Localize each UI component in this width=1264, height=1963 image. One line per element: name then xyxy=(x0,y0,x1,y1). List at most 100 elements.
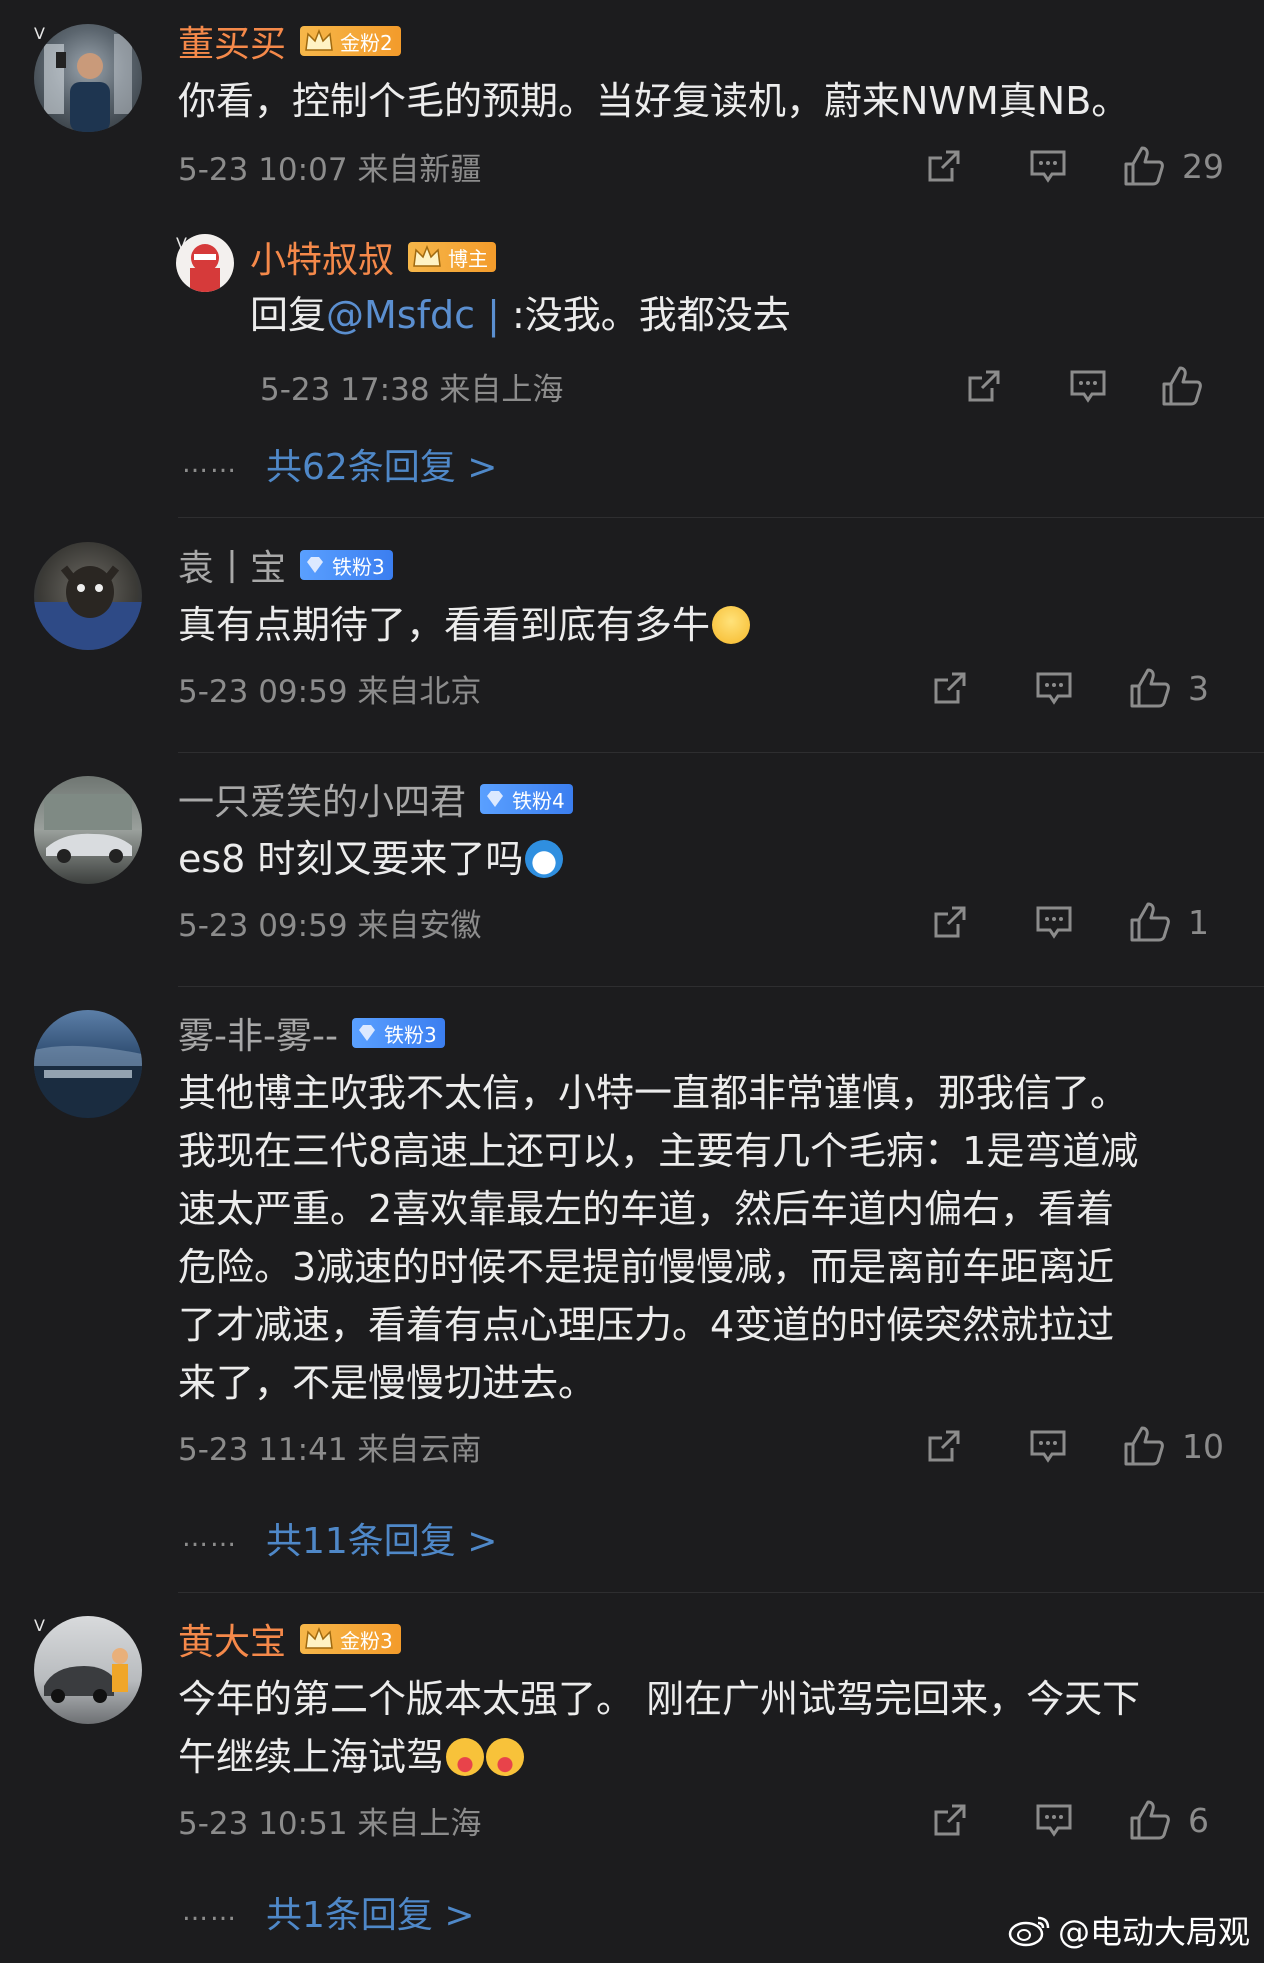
avatar[interactable] xyxy=(34,542,146,654)
like-icon xyxy=(1130,668,1170,708)
view-replies-link[interactable]: 共62条回复 > xyxy=(266,438,497,490)
comment-text: 其他博主吹我不太信，小特一直都非常谨慎，那我信了。 我现在三代8高速上还可以，主… xyxy=(178,1064,1224,1412)
comment-icon xyxy=(1030,1430,1066,1463)
comment-line: 危险。3减速的时候不是提前慢慢减，而是离前车距离近 xyxy=(178,1245,1115,1289)
weibo-logo-icon xyxy=(1008,1916,1050,1947)
reply-body: :没我。我都没去 xyxy=(512,293,791,337)
blogger-badge: 博主 xyxy=(408,242,497,272)
comment-button[interactable] xyxy=(1036,366,1140,406)
like-icon xyxy=(1124,1426,1164,1466)
avatar-image xyxy=(34,565,142,650)
share-button[interactable] xyxy=(892,1426,996,1466)
username[interactable]: 董买买 xyxy=(178,15,286,67)
grin-emoji-icon xyxy=(712,606,751,644)
divider xyxy=(178,1592,1264,1593)
avatar[interactable] xyxy=(34,1010,146,1122)
comment-item: 一只爱笑的小四君 铁粉4 es8 时刻又要来了吗 5-23 09:59 来自安徽… xyxy=(0,774,1264,952)
avatar-image xyxy=(44,1648,128,1703)
like-count: 6 xyxy=(1188,1800,1209,1840)
username[interactable]: 袁丨宝 xyxy=(178,539,286,591)
avatar-image xyxy=(34,1045,142,1118)
share-button[interactable] xyxy=(892,146,996,186)
fan-badge: 铁粉4 xyxy=(480,784,573,814)
comment-text: 今年的第二个版本太强了。 刚在广州试驾完回来，今天下 午继续上海试驾 xyxy=(178,1670,1224,1786)
comment-button[interactable] xyxy=(1002,902,1106,942)
dots: …… xyxy=(182,1523,238,1553)
comment-item: 雾-非-雾-- 铁粉3 其他博主吹我不太信，小特一直都非常谨慎，那我信了。 我现… xyxy=(0,1008,1264,1476)
like-icon xyxy=(1124,146,1164,186)
diamond-icon xyxy=(358,1025,375,1041)
comment-line: 其他博主吹我不太信，小特一直都非常谨慎，那我信了。 xyxy=(178,1071,1129,1115)
share-icon xyxy=(928,1430,960,1462)
share-button[interactable] xyxy=(898,668,1002,708)
avatar[interactable]: V xyxy=(34,24,146,136)
username[interactable]: 一只爱笑的小四君 xyxy=(178,773,466,825)
comment-line: 我现在三代8高速上还可以，主要有几个毛病：1是弯道减 xyxy=(178,1129,1139,1173)
comment-line: 午继续上海试驾 xyxy=(178,1728,1224,1786)
share-icon xyxy=(968,370,1000,402)
blogger-badge-label: 博主 xyxy=(448,246,489,271)
divider xyxy=(178,986,1264,987)
fan-badge: 铁粉3 xyxy=(300,550,393,580)
divider xyxy=(178,752,1264,753)
share-icon xyxy=(934,1804,966,1836)
like-button[interactable]: 3 xyxy=(1128,666,1224,710)
share-button[interactable] xyxy=(898,1800,1002,1840)
like-button[interactable]: 10 xyxy=(1122,1424,1224,1468)
like-icon xyxy=(1162,366,1202,406)
username[interactable]: 黄大宝 xyxy=(178,1613,286,1665)
crown-icon xyxy=(413,244,441,267)
divider xyxy=(178,517,1264,518)
fan-badge-label: 金粉2 xyxy=(340,30,393,55)
like-count: 29 xyxy=(1182,146,1224,186)
share-button[interactable] xyxy=(898,902,1002,942)
avatar[interactable]: V xyxy=(34,1616,146,1728)
mention-link[interactable]: @Msfdc xyxy=(326,293,475,337)
reply-avatar[interactable]: V xyxy=(176,234,238,296)
reply-prefix: 回复 xyxy=(250,293,327,337)
avatar[interactable] xyxy=(34,776,146,888)
view-replies-row: …… 共11条回复 > xyxy=(182,1508,497,1568)
share-button[interactable] xyxy=(932,366,1036,406)
comment-item: V 董买买 金粉2 你看，控制个毛的预期。当好复读机，蔚来NWM真NB。 5-2… xyxy=(0,16,1264,196)
username[interactable]: 雾-非-雾-- xyxy=(178,1007,338,1059)
reply-avatar-image xyxy=(190,244,220,292)
like-button[interactable]: 1 xyxy=(1128,900,1224,944)
dots: …… xyxy=(182,1897,238,1927)
comment-item: V 黄大宝 金粉3 今年的第二个版本太强了。 刚在广州试驾完回来，今天下 午继续… xyxy=(0,1614,1264,1850)
reply-item: V 小特叔叔 博主 回复@Msfdc | :没我。我都没去 5-23 17:38… xyxy=(0,232,1264,416)
comment-time: 5-23 10:07 来自新疆 xyxy=(178,151,482,188)
fan-badge-label: 铁粉4 xyxy=(512,788,565,813)
like-button[interactable] xyxy=(1140,364,1224,408)
comment-line: 了才减速，看着有点心理压力。4变道的时候突然就拉过 xyxy=(178,1303,1115,1347)
comment-time: 5-23 09:59 来自安徽 xyxy=(178,907,482,944)
doraemon-emoji-icon xyxy=(525,840,564,878)
crown-icon xyxy=(305,1626,333,1649)
fan-badge: 铁粉3 xyxy=(351,1018,445,1048)
comment-time: 5-23 10:51 来自上海 xyxy=(178,1805,482,1842)
comment-text: 真有点期待了，看看到底有多牛 xyxy=(178,596,1224,654)
like-button[interactable]: 29 xyxy=(1122,144,1224,188)
view-replies-row: …… 共1条回复 > xyxy=(182,1882,475,1942)
view-replies-link[interactable]: 共11条回复 > xyxy=(266,1512,497,1564)
comment-body: es8 时刻又要来了吗 xyxy=(178,837,524,881)
fan-badge: 金粉2 xyxy=(300,26,401,56)
comment-icon xyxy=(1036,906,1072,939)
reply-username[interactable]: 小特叔叔 xyxy=(250,231,394,283)
fan-badge-label: 铁粉3 xyxy=(332,554,385,579)
comment-button[interactable] xyxy=(1002,1800,1106,1840)
comment-button[interactable] xyxy=(996,1426,1100,1466)
comment-item: 袁丨宝 铁粉3 真有点期待了，看看到底有多牛 5-23 09:59 来自北京 3 xyxy=(0,540,1264,718)
avatar-image xyxy=(44,34,132,132)
like-count: 3 xyxy=(1188,668,1209,708)
reply-time: 5-23 17:38 来自上海 xyxy=(260,371,564,408)
share-icon xyxy=(934,672,966,704)
tongue-emoji-icon xyxy=(486,1738,525,1776)
comment-button[interactable] xyxy=(996,146,1100,186)
comment-button[interactable] xyxy=(1002,668,1106,708)
comment-line: 今年的第二个版本太强了。 刚在广州试驾完回来，今天下 xyxy=(178,1677,1141,1721)
view-replies-link[interactable]: 共1条回复 > xyxy=(266,1886,475,1938)
comment-text: es8 时刻又要来了吗 xyxy=(178,830,1224,888)
like-button[interactable]: 6 xyxy=(1128,1798,1224,1842)
fan-badge-label: 金粉3 xyxy=(340,1628,393,1653)
